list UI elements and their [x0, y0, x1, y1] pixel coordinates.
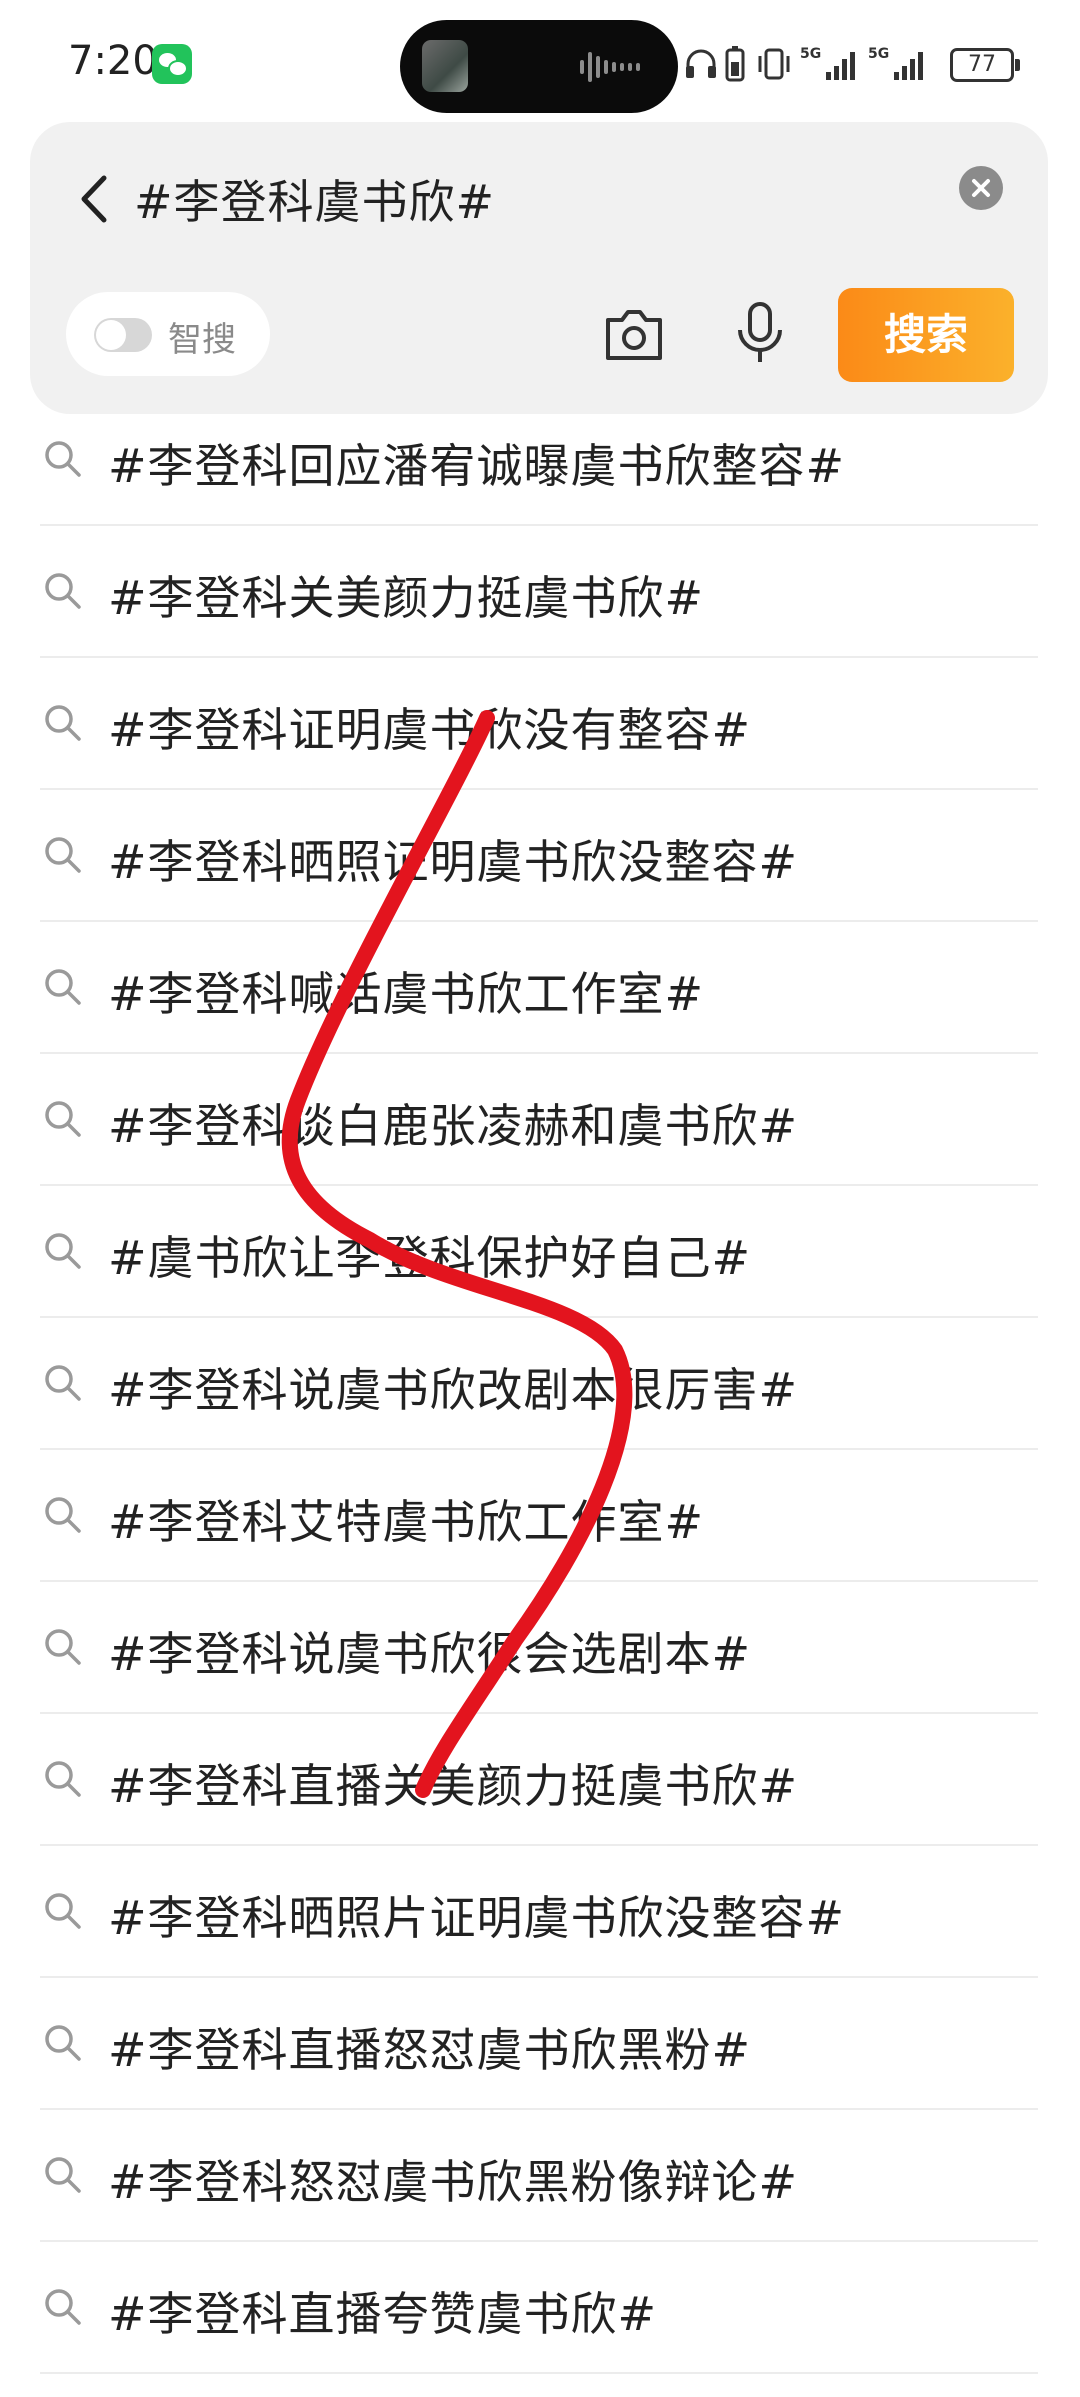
close-circle-icon[interactable]	[959, 166, 1003, 210]
search-icon	[45, 1233, 81, 1269]
search-icon	[45, 1101, 81, 1137]
suggestion-item[interactable]: #李登科直播夸赞虞书欣#	[40, 2242, 1038, 2374]
search-icon	[45, 573, 81, 609]
chevron-left-icon[interactable]	[70, 164, 120, 234]
suggestion-item[interactable]: #李登科回应潘宥诚曝虞书欣整容#	[40, 394, 1038, 526]
suggestion-text: #李登科晒照证明虞书欣没整容#	[108, 835, 799, 889]
search-input[interactable]: #李登科虞书欣#	[134, 166, 495, 232]
suggestion-text: #李登科谈白鹿张凌赫和虞书欣#	[108, 1099, 799, 1153]
svg-text:5G: 5G	[868, 46, 889, 62]
suggestion-item[interactable]: #李登科直播怒怼虞书欣黑粉#	[40, 1978, 1038, 2110]
suggestion-item[interactable]: #李登科说虞书欣改剧本很厉害#	[40, 1318, 1038, 1450]
suggestion-item[interactable]: #李登科说虞书欣很会选剧本#	[40, 1582, 1038, 1714]
device-battery-icon	[725, 46, 745, 82]
smart-search-label: 智搜	[168, 320, 236, 360]
search-icon	[45, 2157, 81, 2193]
suggestion-item[interactable]: #李登科怒怼虞书欣黑粉像辩论#	[40, 2110, 1038, 2242]
camera-icon[interactable]	[602, 302, 666, 366]
search-panel: #李登科虞书欣# 智搜 搜索	[30, 122, 1048, 414]
smart-search-toggle[interactable]: 智搜	[66, 292, 270, 376]
headphones-icon	[686, 49, 716, 78]
search-icon	[45, 1629, 81, 1665]
dynamic-island[interactable]	[400, 20, 678, 113]
search-icon	[45, 1497, 81, 1533]
suggestion-item[interactable]: #虞书欣让李登科保护好自己#	[40, 1186, 1038, 1318]
suggestion-text: #李登科直播怒怼虞书欣黑粉#	[108, 2023, 752, 2077]
suggestion-text: #虞书欣让李登科保护好自己#	[108, 1231, 752, 1285]
suggestion-text: #李登科证明虞书欣没有整容#	[108, 703, 752, 757]
search-icon	[45, 1365, 81, 1401]
search-icon	[45, 1761, 81, 1797]
suggestion-text: #李登科晒照片证明虞书欣没整容#	[108, 1891, 846, 1945]
suggestion-item[interactable]: #李登科直播关美颜力挺虞书欣#	[40, 1714, 1038, 1846]
suggestion-text: #李登科说虞书欣改剧本很厉害#	[108, 1363, 799, 1417]
vibrate-icon	[758, 48, 790, 80]
search-icon	[45, 969, 81, 1005]
signal-5g-icon-2: 5G	[868, 46, 923, 80]
suggestion-text: #李登科喊话虞书欣工作室#	[108, 967, 705, 1021]
search-icon	[45, 1893, 81, 1929]
suggestion-item[interactable]: #李登科艾特虞书欣工作室#	[40, 1450, 1038, 1582]
search-icon	[45, 2025, 81, 2061]
suggestion-item[interactable]: #李登科关美颜力挺虞书欣#	[40, 526, 1038, 658]
search-button[interactable]: 搜索	[838, 288, 1014, 382]
status-bar: 7:20 5G 5G 77	[0, 0, 1080, 120]
suggestion-text: #李登科关美颜力挺虞书欣#	[108, 571, 705, 625]
search-icon	[45, 705, 81, 741]
media-thumbnail	[422, 40, 468, 92]
suggestion-item[interactable]: #李登科证明虞书欣没有整容#	[40, 658, 1038, 790]
search-icon	[45, 441, 81, 477]
status-icons: 5G 5G 77	[684, 44, 1020, 84]
suggestion-text: #李登科说虞书欣很会选剧本#	[108, 1627, 752, 1681]
suggestion-text: #李登科怒怼虞书欣黑粉像辩论#	[108, 2155, 799, 2209]
search-icon	[45, 837, 81, 873]
suggestion-item[interactable]: #李登科谈白鹿张凌赫和虞书欣#	[40, 1054, 1038, 1186]
suggestion-item[interactable]: #李登科晒照证明虞书欣没整容#	[40, 790, 1038, 922]
suggestion-list: #李登科回应潘宥诚曝虞书欣整容# #李登科关美颜力挺虞书欣# #李登科证明虞书欣没有…	[40, 394, 1038, 2374]
search-icon	[45, 2289, 81, 2325]
audio-wave-icon	[580, 52, 640, 82]
wechat-notification-icon	[152, 44, 192, 84]
suggestion-item[interactable]: #李登科晒照片证明虞书欣没整容#	[40, 1846, 1038, 1978]
signal-5g-icon: 5G	[800, 46, 855, 80]
suggestion-text: #李登科回应潘宥诚曝虞书欣整容#	[108, 439, 846, 493]
microphone-icon[interactable]	[730, 298, 790, 368]
suggestion-text: #李登科直播夸赞虞书欣#	[108, 2287, 658, 2341]
toggle-switch[interactable]	[94, 318, 152, 352]
suggestion-text: #李登科直播关美颜力挺虞书欣#	[108, 1759, 799, 1813]
status-time: 7:20	[68, 38, 158, 84]
suggestion-item[interactable]: #李登科喊话虞书欣工作室#	[40, 922, 1038, 1054]
svg-text:5G: 5G	[800, 46, 821, 62]
suggestion-text: #李登科艾特虞书欣工作室#	[108, 1495, 705, 1549]
battery-indicator: 77	[950, 48, 1020, 82]
